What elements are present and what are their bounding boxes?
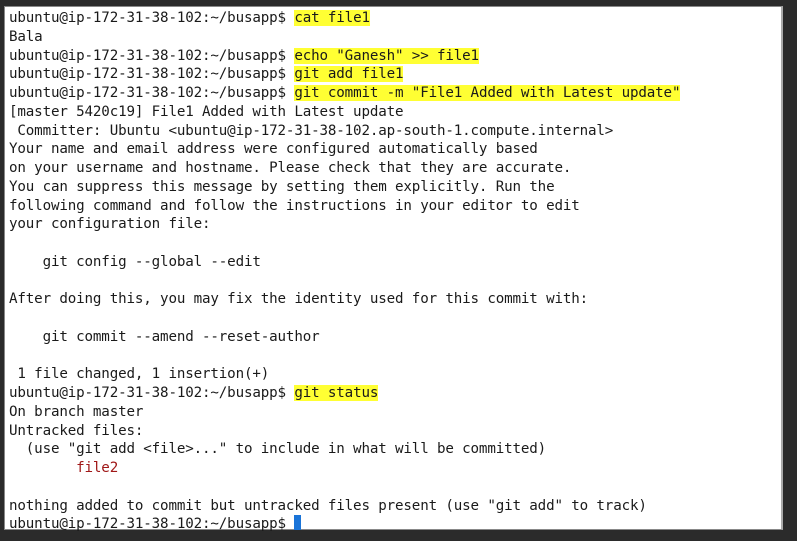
- shell-prompt: ubuntu@ip-172-31-38-102:~/busapp$: [9, 385, 295, 401]
- output-text: After doing this, you may fix the identi…: [9, 291, 589, 308]
- output-line: (use "git add <file>..." to include in w…: [9, 440, 680, 459]
- output-line: on your username and hostname. Please ch…: [9, 159, 680, 178]
- output-text: On branch master: [9, 403, 144, 420]
- cursor: [294, 515, 302, 531]
- untracked-file: file2: [9, 460, 119, 476]
- highlighted-command: cat file1: [294, 10, 370, 26]
- output-text: on your username and hostname. Please ch…: [9, 160, 572, 176]
- shell-prompt: ubuntu@ip-172-31-38-102:~/busapp$: [9, 516, 295, 533]
- command-line: ubuntu@ip-172-31-38-102:~/busapp$ git co…: [9, 84, 680, 103]
- output-line: Untracked files:: [9, 422, 680, 441]
- output-text: You can suppress this message by setting…: [9, 178, 555, 195]
- output-text: (use "git add <file>..." to include in w…: [9, 441, 547, 458]
- output-text: Bala: [9, 28, 43, 45]
- output-text: Untracked files:: [9, 422, 144, 439]
- command-line: ubuntu@ip-172-31-38-102:~/busapp$ cat fi…: [9, 9, 680, 28]
- output-line: Your name and email address were configu…: [9, 140, 680, 159]
- output-text: 1 file changed, 1 insertion(+): [9, 366, 270, 383]
- command-line: ubuntu@ip-172-31-38-102:~/busapp$ git ad…: [9, 65, 680, 84]
- terminal-output: ubuntu@ip-172-31-38-102:~/busapp$ cat fi…: [9, 9, 680, 534]
- output-line: Committer: Ubuntu <ubuntu@ip-172-31-38-1…: [9, 122, 680, 141]
- highlighted-command: git add file1: [294, 66, 404, 83]
- output-text: [master 5420c19] File1 Added with Latest…: [9, 103, 404, 120]
- command-line: ubuntu@ip-172-31-38-102:~/busapp$ echo "…: [9, 47, 680, 66]
- output-line: git config --global --edit: [9, 253, 680, 272]
- output-line: file2: [9, 459, 680, 478]
- output-line: 1 file changed, 1 insertion(+): [9, 365, 680, 384]
- output-text: git config --global --edit: [9, 253, 261, 270]
- output-line: On branch master: [9, 403, 680, 422]
- highlighted-command: echo "Ganesh" >> file1: [294, 47, 479, 64]
- output-text: your configuration file:: [9, 216, 211, 233]
- output-text: git commit --amend --reset-author: [9, 328, 320, 345]
- output-text: nothing added to commit but untracked fi…: [9, 497, 647, 514]
- shell-prompt: ubuntu@ip-172-31-38-102:~/busapp$: [9, 85, 295, 101]
- output-line: Bala: [9, 28, 680, 47]
- output-line: [master 5420c19] File1 Added with Latest…: [9, 103, 680, 122]
- output-line: After doing this, you may fix the identi…: [9, 290, 680, 309]
- output-text: Committer: Ubuntu <ubuntu@ip-172-31-38-1…: [9, 122, 614, 139]
- output-line: following command and follow the instruc…: [9, 197, 680, 216]
- terminal-window[interactable]: ubuntu@ip-172-31-38-102:~/busapp$ cat fi…: [4, 6, 783, 532]
- command-line: ubuntu@ip-172-31-38-102:~/busapp$ git st…: [9, 384, 680, 403]
- output-text: following command and follow the instruc…: [9, 197, 580, 214]
- shell-prompt: ubuntu@ip-172-31-38-102:~/busapp$: [9, 10, 295, 26]
- highlighted-command: git status: [294, 385, 379, 401]
- shell-prompt: ubuntu@ip-172-31-38-102:~/busapp$: [9, 66, 295, 83]
- shell-prompt: ubuntu@ip-172-31-38-102:~/busapp$: [9, 47, 295, 64]
- output-text: Your name and email address were configu…: [9, 141, 538, 158]
- output-line: git commit --amend --reset-author: [9, 328, 680, 347]
- highlighted-command: git commit -m "File1 Added with Latest u…: [294, 85, 681, 101]
- command-line: ubuntu@ip-172-31-38-102:~/busapp$: [9, 515, 680, 534]
- output-line: You can suppress this message by setting…: [9, 178, 680, 197]
- output-line: nothing added to commit but untracked fi…: [9, 497, 680, 516]
- output-line: your configuration file:: [9, 215, 680, 234]
